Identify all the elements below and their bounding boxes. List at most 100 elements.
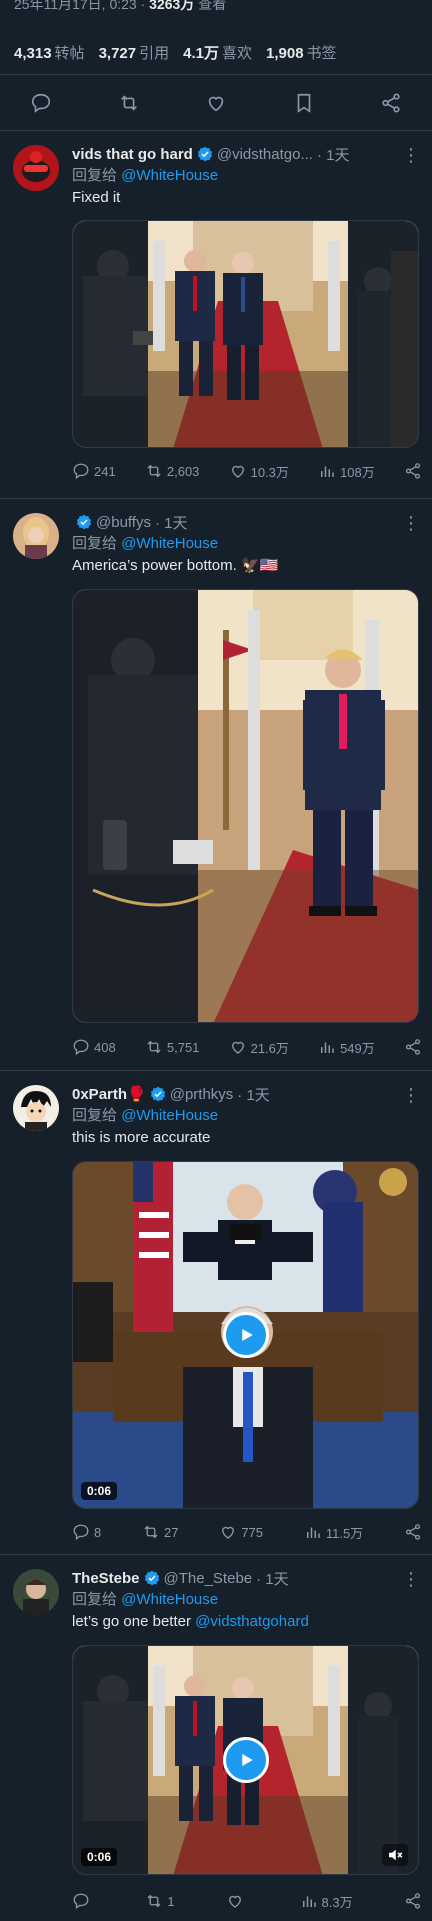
video-duration: 0:06 [81, 1848, 118, 1866]
like-icon [222, 1526, 235, 1539]
mention-link[interactable]: @WhiteHouse [121, 1107, 218, 1124]
retweet-icon [147, 1894, 161, 1908]
reply-icon [73, 1893, 89, 1910]
share-button[interactable] [404, 1523, 422, 1541]
retweet-button[interactable]: 27 [142, 1523, 179, 1541]
like-button[interactable]: 10.3万 [229, 462, 289, 481]
views-icon [321, 1042, 334, 1053]
reply-button[interactable] [72, 1892, 94, 1910]
tweet-video[interactable]: 0:06 [72, 1161, 419, 1509]
reply-header: @buffys · 1天 [72, 511, 420, 533]
share-button[interactable] [404, 1038, 422, 1056]
verified-badge-icon [76, 514, 92, 530]
like-button[interactable] [226, 1892, 248, 1910]
verified-badge-icon [150, 1086, 166, 1102]
video-duration: 0:06 [81, 1482, 118, 1500]
post-views-label: 查看 [198, 0, 227, 12]
timestamp[interactable]: · 1天 [317, 144, 350, 165]
handle[interactable]: @buffys [96, 514, 151, 531]
post-views: 3263万 [149, 0, 195, 12]
reply-tweet[interactable]: vids that go hard @vidsthatgo... · 1天 回复… [0, 131, 432, 499]
tweet-image[interactable] [72, 589, 419, 1023]
reply-icon [73, 1039, 89, 1056]
share-icon [405, 1039, 421, 1055]
stat-retweets[interactable]: 4,313 转帖 [14, 42, 85, 63]
share-button[interactable] [404, 462, 422, 480]
reply-button[interactable]: 8 [72, 1523, 101, 1541]
reply-button[interactable]: 408 [72, 1038, 116, 1056]
handle[interactable]: @The_Stebe [164, 1570, 253, 1587]
avatar[interactable] [13, 1085, 59, 1131]
timestamp[interactable]: · 1天 [155, 512, 188, 533]
reply-icon [73, 1524, 89, 1541]
reply-to-line: 回复给 @WhiteHouse [72, 1591, 219, 1608]
divider [0, 74, 432, 75]
views-button[interactable]: 8.3万 [300, 1892, 353, 1911]
display-name[interactable]: vids that go hard [72, 146, 193, 163]
views-button[interactable]: 549万 [318, 1038, 375, 1057]
avatar[interactable] [13, 145, 59, 191]
tweet-text: this is more accurate [72, 1129, 211, 1146]
reply-tweet[interactable]: @buffys · 1天 回复给 @WhiteHouse America’s p… [0, 499, 432, 1071]
mention-link[interactable]: @WhiteHouse [121, 1591, 218, 1608]
tweet-image[interactable] [72, 220, 419, 448]
views-icon [321, 466, 334, 477]
retweet-button[interactable]: 5,751 [145, 1038, 199, 1056]
reply-action-bar: 241 2,603 10.3万 108万 [72, 460, 422, 482]
reply-header: vids that go hard @vidsthatgo... · 1天 [72, 143, 420, 165]
post-action-bar [30, 88, 402, 118]
reply-to-line: 回复给 @WhiteHouse [72, 1107, 219, 1124]
more-options-icon[interactable]: ⋮ [402, 1086, 420, 1104]
reply-action-bar: 408 5,751 21.6万 549万 [72, 1036, 422, 1058]
stat-quotes[interactable]: 3,727 引用 [99, 42, 170, 63]
like-icon [231, 465, 244, 478]
more-options-icon[interactable]: ⋮ [402, 146, 420, 164]
reply-tweet[interactable]: 0xParth🥊 @prthkys · 1天 回复给 @WhiteHouse t… [0, 1071, 432, 1555]
stat-bookmarks[interactable]: 1,908 书签 [266, 42, 337, 63]
timestamp[interactable]: · 1天 [256, 1568, 289, 1589]
like-icon[interactable] [205, 92, 227, 114]
tweet-text: America’s power bottom. 🦅🇺🇸 [72, 557, 279, 574]
stat-likes[interactable]: 4.1万 喜欢 [183, 42, 252, 63]
tweet-video[interactable]: 0:06 [72, 1645, 419, 1875]
play-icon [241, 1754, 253, 1766]
share-button[interactable] [404, 1892, 422, 1910]
reply-to-line: 回复给 @WhiteHouse [72, 535, 219, 552]
more-options-icon[interactable]: ⋮ [402, 514, 420, 532]
post-timestamp-line: 25年11月17日, 0:23 · 3263万 查看 [14, 0, 226, 14]
retweet-icon[interactable] [118, 92, 140, 114]
display-name[interactable]: 0xParth🥊 [72, 1085, 146, 1103]
views-button[interactable]: 108万 [318, 462, 375, 481]
handle[interactable]: @vidsthatgo... [217, 146, 313, 163]
handle[interactable]: @prthkys [170, 1086, 234, 1103]
reply-action-bar: 1 8.3万 [72, 1890, 422, 1912]
mute-icon[interactable] [382, 1844, 408, 1866]
views-button[interactable]: 11.5万 [304, 1523, 363, 1542]
views-icon [306, 1527, 320, 1538]
play-button[interactable] [222, 1312, 269, 1358]
mention-link[interactable]: @vidsthatgohard [195, 1613, 309, 1630]
display-name[interactable]: TheStebe [72, 1570, 140, 1587]
reply-icon[interactable] [30, 92, 52, 114]
mention-link[interactable]: @WhiteHouse [121, 167, 218, 184]
verified-badge-icon [197, 146, 213, 162]
share-icon [405, 463, 421, 479]
avatar[interactable] [13, 513, 59, 559]
timestamp[interactable]: · 1天 [237, 1084, 270, 1105]
share-icon[interactable] [380, 92, 402, 114]
like-button[interactable]: 775 [219, 1523, 263, 1541]
verified-badge-icon [144, 1570, 160, 1586]
reply-button[interactable]: 241 [72, 462, 116, 480]
reply-action-bar: 8 27 775 11.5万 [72, 1521, 422, 1543]
bookmark-icon[interactable] [293, 92, 315, 114]
mention-link[interactable]: @WhiteHouse [121, 535, 218, 552]
play-button[interactable] [222, 1737, 269, 1783]
retweet-button[interactable]: 2,603 [145, 462, 199, 480]
retweet-button[interactable]: 1 [145, 1892, 175, 1910]
retweet-icon [147, 464, 161, 478]
avatar[interactable] [13, 1569, 59, 1615]
views-icon [302, 1896, 316, 1907]
like-button[interactable]: 21.6万 [229, 1038, 289, 1057]
reply-tweet[interactable]: TheStebe @The_Stebe · 1天 回复给 @WhiteHouse… [0, 1555, 432, 1921]
more-options-icon[interactable]: ⋮ [402, 1570, 420, 1588]
